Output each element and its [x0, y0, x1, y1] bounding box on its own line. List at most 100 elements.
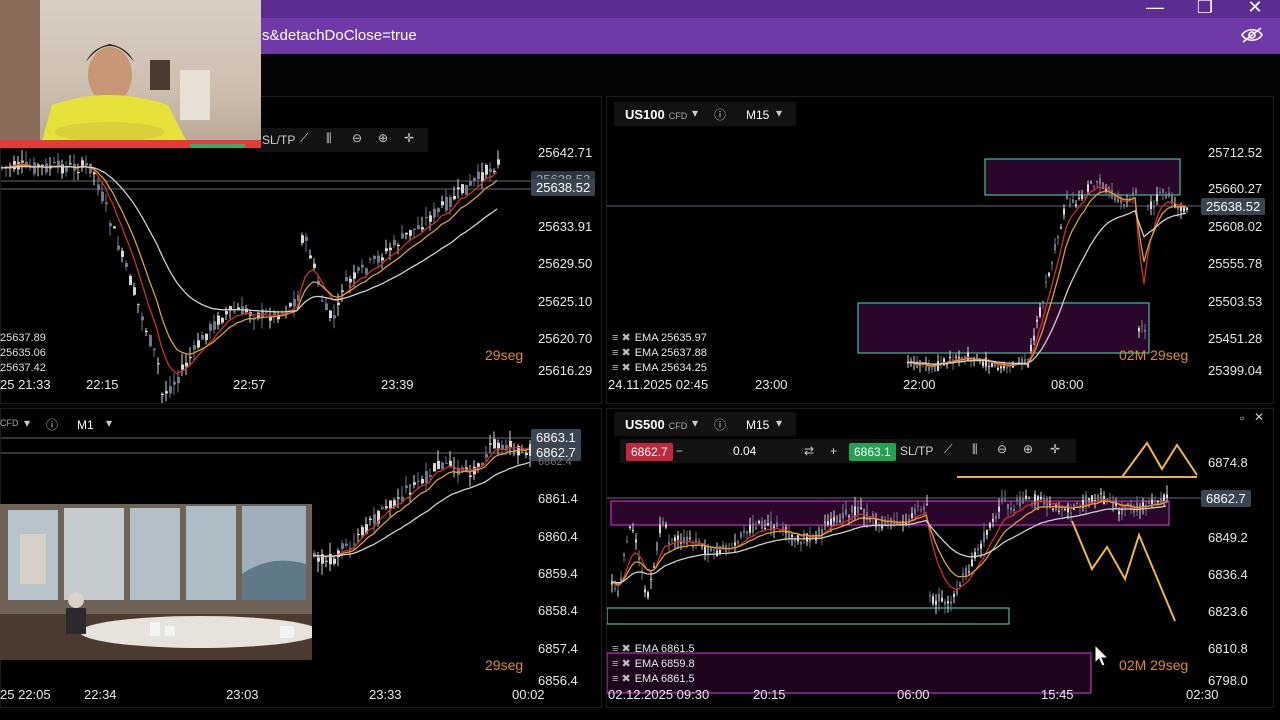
- zoom-in-icon[interactable]: ⊕: [378, 131, 388, 145]
- increase-qty-button[interactable]: +: [830, 444, 837, 458]
- candle-body: [289, 303, 292, 307]
- crosshair-icon[interactable]: ✛: [1050, 442, 1060, 456]
- minimize-button[interactable]: —: [1140, 0, 1170, 18]
- candle-body: [477, 171, 480, 180]
- zoom-in-icon[interactable]: ⊕: [1023, 442, 1033, 456]
- candle-body: [1052, 508, 1054, 510]
- symbol-text: US100: [625, 107, 665, 122]
- chevron-down-icon[interactable]: ▾: [106, 416, 112, 430]
- candle-body: [325, 303, 328, 311]
- candle-body: [1001, 498, 1003, 502]
- line-tool-icon[interactable]: ⟋: [944, 442, 952, 457]
- candle-body: [481, 172, 484, 182]
- candle-body: [911, 513, 913, 518]
- candle-body: [109, 223, 112, 227]
- candle-body: [928, 366, 930, 371]
- chevron-down-icon[interactable]: ▾: [692, 106, 698, 120]
- symbol-name[interactable]: US500 CFD: [625, 417, 687, 432]
- time-label: 15:45: [1041, 687, 1074, 702]
- candle-body: [397, 244, 400, 247]
- candle-body: [626, 541, 628, 543]
- candle-body: [525, 452, 528, 455]
- crosshair-icon[interactable]: ✛: [404, 131, 414, 145]
- ema-legend-item[interactable]: ≡ ✖ EMA 6859.8: [612, 657, 695, 670]
- symbol-name[interactable]: US100 CFD: [625, 107, 687, 122]
- candle-body: [437, 208, 440, 213]
- candle-body: [977, 548, 979, 551]
- candle-body: [121, 250, 124, 257]
- ema-value: 25637.42: [0, 362, 46, 374]
- price-label: 25620.70: [538, 331, 593, 346]
- zoom-out-icon[interactable]: ⊖: [997, 442, 1007, 456]
- price-label: 6857.4: [538, 641, 578, 656]
- candle-body: [225, 311, 228, 315]
- quantity-input[interactable]: 0.04: [733, 444, 756, 458]
- candle-body: [713, 549, 715, 551]
- candle-body: [656, 542, 658, 551]
- candle-body: [991, 362, 993, 368]
- candle-body: [982, 361, 984, 366]
- candles-icon[interactable]: ⫼: [326, 131, 332, 146]
- chevron-down-icon[interactable]: ▾: [692, 416, 698, 430]
- chevron-down-icon[interactable]: ▾: [776, 416, 782, 430]
- candle-body: [827, 521, 829, 525]
- candle-body: [409, 230, 412, 236]
- swap-icon[interactable]: ⇄: [804, 444, 814, 458]
- close-panel-icon[interactable]: ✕: [1254, 410, 1264, 424]
- buy-button[interactable]: 6863.1: [849, 443, 896, 461]
- candle-body: [441, 462, 444, 469]
- ema-text: EMA 6859.8: [634, 658, 695, 670]
- candle-body: [161, 393, 164, 396]
- ema-legend-item[interactable]: ≡ ✖ EMA 25637.88: [612, 346, 707, 359]
- candle-body: [719, 550, 721, 554]
- close-button[interactable]: ✕: [1240, 0, 1270, 18]
- candle-body: [1013, 509, 1015, 512]
- sltp-label[interactable]: SL/TP: [262, 133, 295, 147]
- info-icon[interactable]: ⓘ: [714, 416, 726, 433]
- sell-button[interactable]: 6862.7: [626, 443, 673, 461]
- candle-body: [53, 161, 56, 164]
- info-icon[interactable]: ⓘ: [714, 106, 726, 123]
- price-label: 6849.2: [1208, 530, 1248, 545]
- timeframe-select[interactable]: M1: [77, 418, 94, 432]
- candle-body: [959, 585, 961, 587]
- candle-body: [791, 534, 793, 538]
- candle-body: [357, 534, 360, 536]
- candle-body: [1088, 498, 1090, 500]
- candle-body: [369, 518, 372, 521]
- timeframe-select[interactable]: M15: [746, 418, 769, 432]
- timeframe-select[interactable]: M15: [746, 108, 769, 122]
- decrease-qty-button[interactable]: −: [676, 444, 683, 458]
- ema-legend-item[interactable]: ≡ ✖ EMA 6861.5: [612, 642, 695, 655]
- candle-body: [117, 245, 120, 250]
- candle-body: [413, 482, 416, 485]
- ema-legend-item[interactable]: ≡ ✖ EMA 6861.5: [612, 672, 695, 685]
- candles-icon[interactable]: ⫼: [972, 442, 978, 457]
- url-text[interactable]: s&detachDoClose=true: [262, 27, 417, 44]
- line-tool-icon[interactable]: ⟋: [300, 131, 308, 146]
- candle-body: [947, 600, 949, 604]
- candle-body: [341, 543, 344, 549]
- candle-body: [830, 518, 832, 526]
- candle-body: [752, 523, 754, 533]
- candle-body: [349, 278, 352, 283]
- price-label: 25503.53: [1208, 294, 1263, 309]
- price-label: 25660.27: [1208, 181, 1263, 196]
- candle-body: [33, 162, 36, 174]
- chevron-down-icon[interactable]: ▾: [776, 106, 782, 120]
- zoom-out-icon[interactable]: ⊖: [352, 131, 362, 145]
- sltp-button[interactable]: SL/TP: [900, 444, 933, 458]
- candle-body: [465, 184, 468, 195]
- candle-body: [1066, 193, 1068, 200]
- candle-body: [145, 330, 148, 333]
- maximize-icon[interactable]: ▫: [1240, 411, 1244, 425]
- ema-legend-item[interactable]: ≡ ✖ EMA 25634.25: [612, 361, 707, 374]
- candle-body: [1118, 511, 1120, 515]
- restore-button[interactable]: ❐: [1190, 0, 1220, 18]
- chevron-down-icon[interactable]: ▾: [24, 416, 30, 430]
- hidden-eye-icon[interactable]: [1240, 26, 1264, 44]
- projection-down: [1071, 520, 1176, 622]
- ema-legend-item[interactable]: ≡ ✖ EMA 25635.97: [612, 331, 707, 344]
- candle-body: [1099, 178, 1101, 185]
- info-icon[interactable]: ⓘ: [46, 416, 58, 433]
